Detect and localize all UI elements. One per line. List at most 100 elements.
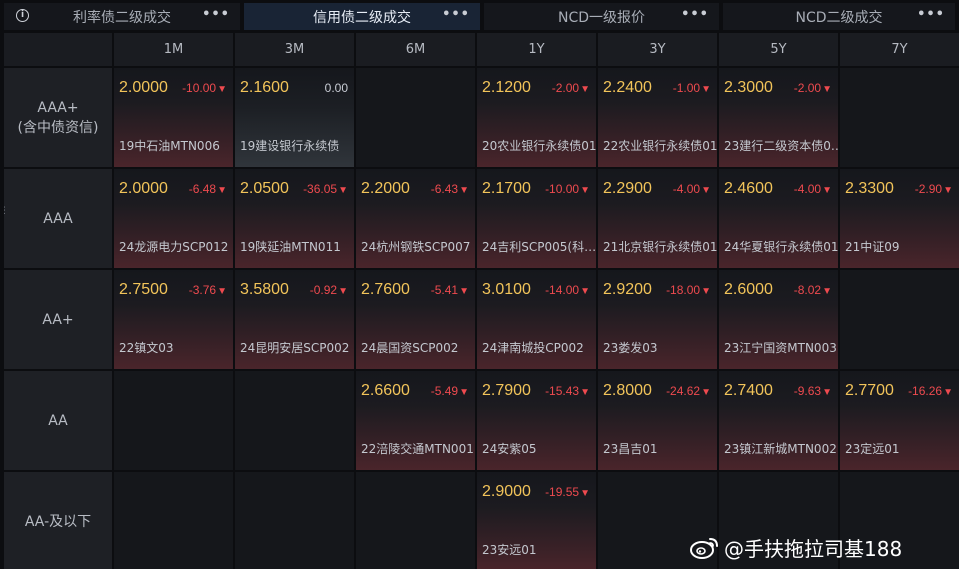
quote-cell[interactable]: 2.9200 -18.00▼ 23娄发03 [598, 270, 717, 369]
bond-name: 19中石油MTN006 [119, 139, 220, 153]
change-value: -14.00 [545, 283, 580, 297]
change-value: -1.00 [672, 81, 701, 95]
column-header[interactable]: 1Y [477, 33, 596, 66]
watermark: @手扶拖拉司基188 [690, 530, 902, 564]
rating-label-line: AAA [43, 210, 73, 227]
change-value: -36.05 [303, 182, 338, 196]
yield-value: 2.0500 [240, 180, 289, 197]
quote-cell[interactable]: 2.6000 -8.02▼ 23江宁国资MTN003 [719, 270, 838, 369]
yield-value: 2.0000 [119, 180, 168, 197]
tab-2[interactable]: NCD一级报价 ••• [484, 3, 719, 30]
quote-cell[interactable]: 3.0100 -14.00▼ 24津南城投CP002 [477, 270, 596, 369]
yield-change: -4.00▼ [673, 182, 711, 196]
column-header[interactable]: 1M [114, 33, 233, 66]
more-options-icon[interactable]: ••• [442, 7, 470, 22]
quote-cell[interactable]: 2.1600 0.00 19建设银行永续债 [235, 68, 354, 167]
info-icon[interactable]: i [16, 9, 29, 22]
bond-name: 24华夏银行永续债01 [724, 240, 838, 254]
column-header[interactable]: 3Y [598, 33, 717, 66]
tab-0[interactable]: i 利率债二级成交 ••• [4, 3, 240, 30]
down-arrow-icon: ▼ [338, 185, 348, 196]
empty-cell [356, 68, 475, 167]
change-value: -5.49 [430, 384, 459, 398]
quote-cell[interactable]: 2.7700 -16.26▼ 23定远01 [840, 371, 959, 470]
tab-1[interactable]: 信用债二级成交 ••• [244, 3, 480, 30]
more-options-icon[interactable]: ••• [202, 7, 230, 22]
quote-cell[interactable]: 2.7400 -9.63▼ 23镇江新城MTN002 [719, 371, 838, 470]
header-corner [4, 33, 112, 66]
yield-change: -2.00▼ [552, 81, 590, 95]
change-value: -10.00 [182, 81, 217, 95]
yield-change: -10.00▼ [545, 182, 590, 196]
quote-cell[interactable]: 2.2000 -6.43▼ 24杭州钢铁SCP007 [356, 169, 475, 268]
yield-change: -10.00▼ [182, 81, 227, 95]
more-options-icon[interactable]: ••• [917, 7, 945, 22]
column-header[interactable]: 5Y [719, 33, 838, 66]
bond-name: 23昌吉01 [603, 442, 658, 456]
quote-cell[interactable]: 2.1700 -10.00▼ 24吉利SCP005(科… [477, 169, 596, 268]
quote-cell[interactable]: 2.3000 -2.00▼ 23建行二级资本债0… [719, 68, 838, 167]
rating-row-label: AA+ [4, 270, 112, 369]
bond-name: 22涪陵交通MTN001 [361, 442, 474, 456]
change-value: -6.43 [430, 182, 459, 196]
resize-handle[interactable]: ⋮ [0, 206, 9, 220]
down-arrow-icon: ▼ [943, 185, 953, 196]
change-value: -19.55 [545, 485, 580, 499]
quote-cell[interactable]: 2.7600 -5.41▼ 24晨国资SCP002 [356, 270, 475, 369]
quote-cell[interactable]: 2.6600 -5.49▼ 22涪陵交通MTN001 [356, 371, 475, 470]
change-value: -10.00 [545, 182, 580, 196]
down-arrow-icon: ▼ [822, 185, 832, 196]
yield-change: 0.00 [325, 81, 348, 95]
yield-value: 2.2400 [603, 79, 652, 96]
yield-change: -14.00▼ [545, 283, 590, 297]
quote-cell[interactable]: 2.8000 -24.62▼ 23昌吉01 [598, 371, 717, 470]
quote-cell[interactable]: 3.5800 -0.92▼ 24昆明安居SCP002 [235, 270, 354, 369]
yield-value: 2.3300 [845, 180, 894, 197]
more-options-icon[interactable]: ••• [681, 7, 709, 22]
change-value: -4.00 [672, 182, 701, 196]
yield-change: -0.92▼ [310, 283, 348, 297]
yield-change: -36.05▼ [303, 182, 348, 196]
rating-label-line: AA+ [42, 311, 74, 328]
yield-change: -6.43▼ [431, 182, 469, 196]
down-arrow-icon: ▼ [217, 84, 227, 95]
change-value: -2.90 [914, 182, 943, 196]
yield-value: 2.0000 [119, 79, 168, 96]
column-header[interactable]: 3M [235, 33, 354, 66]
bond-name: 19建设银行永续债 [240, 139, 340, 153]
yield-change: -19.55▼ [545, 485, 590, 499]
rating-label-line: AAA+ [37, 99, 79, 116]
bond-name: 21北京银行永续债01 [603, 240, 717, 254]
empty-cell [840, 270, 959, 369]
quote-cell[interactable]: 2.7900 -15.43▼ 24安紫05 [477, 371, 596, 470]
down-arrow-icon: ▼ [943, 387, 953, 398]
yield-change: -5.41▼ [431, 283, 469, 297]
quote-cell[interactable]: 2.1200 -2.00▼ 20农业银行永续债01 [477, 68, 596, 167]
quote-cell[interactable]: 2.3300 -2.90▼ 21中证09 [840, 169, 959, 268]
empty-cell [235, 472, 354, 569]
tab-3[interactable]: NCD二级成交 ••• [723, 3, 955, 30]
bond-name: 23安远01 [482, 543, 537, 557]
tab-label: 利率债二级成交 [73, 9, 171, 26]
column-header[interactable]: 7Y [840, 33, 959, 66]
yield-value: 2.3000 [724, 79, 773, 96]
quote-cell[interactable]: 2.0500 -36.05▼ 19陕延油MTN011 [235, 169, 354, 268]
quote-cell[interactable]: 2.4600 -4.00▼ 24华夏银行永续债01 [719, 169, 838, 268]
change-value: -18.00 [666, 283, 701, 297]
yield-change: -6.48▼ [189, 182, 227, 196]
quote-cell[interactable]: 2.0000 -6.48▼ 24龙源电力SCP012 [114, 169, 233, 268]
down-arrow-icon: ▼ [822, 387, 832, 398]
quote-cell[interactable]: 2.9000 -19.55▼ 23安远01 [477, 472, 596, 569]
quote-cell[interactable]: 2.2900 -4.00▼ 21北京银行永续债01 [598, 169, 717, 268]
down-arrow-icon: ▼ [701, 84, 711, 95]
bond-name: 22农业银行永续债01 [603, 139, 717, 153]
column-header[interactable]: 6M [356, 33, 475, 66]
yield-value: 2.9000 [482, 483, 531, 500]
yield-change: -3.76▼ [189, 283, 227, 297]
quote-cell[interactable]: 2.0000 -10.00▼ 19中石油MTN006 [114, 68, 233, 167]
quote-cell[interactable]: 2.2400 -1.00▼ 22农业银行永续债01 [598, 68, 717, 167]
quote-cell[interactable]: 2.7500 -3.76▼ 22镇文03 [114, 270, 233, 369]
tab-label: NCD一级报价 [557, 9, 646, 26]
down-arrow-icon: ▼ [580, 387, 590, 398]
yield-change: -18.00▼ [666, 283, 711, 297]
